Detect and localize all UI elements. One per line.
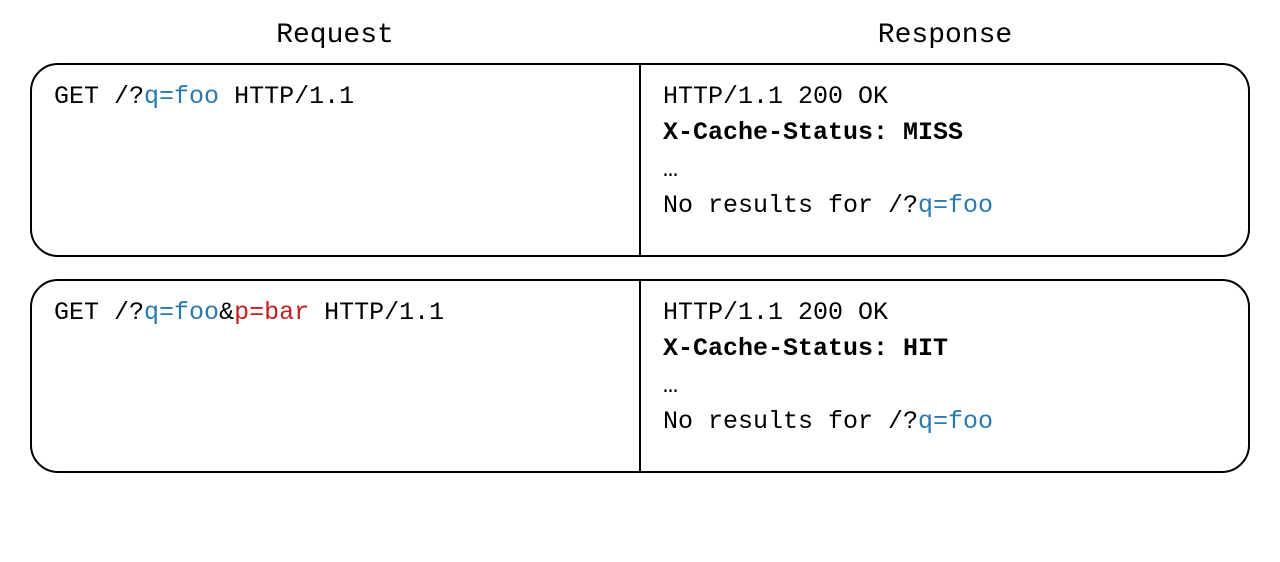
query-secondary: p=bar (234, 298, 309, 327)
http-method: GET (54, 298, 99, 327)
cache-header-value: MISS (903, 118, 963, 147)
cache-header-label: X-Cache-Status: (663, 118, 903, 147)
query-separator: & (219, 298, 234, 327)
http-version: HTTP/1.1 (309, 298, 444, 327)
status-line: HTTP/1.1 200 OK (663, 295, 1226, 331)
cache-header: X-Cache-Status: HIT (663, 331, 1226, 367)
request-cell: GET /?q=foo HTTP/1.1 (32, 65, 641, 255)
response-header: Response (640, 20, 1250, 51)
cache-header-value: HIT (903, 334, 948, 363)
request-header: Request (30, 20, 640, 51)
status-line: HTTP/1.1 200 OK (663, 79, 1226, 115)
query-primary: q=foo (144, 82, 219, 111)
http-method: GET (54, 82, 99, 111)
path-prefix: /? (114, 82, 144, 111)
ellipsis: … (663, 368, 1226, 404)
request-line: GET /?q=foo HTTP/1.1 (54, 79, 617, 115)
response-cell: HTTP/1.1 200 OK X-Cache-Status: MISS … N… (641, 65, 1248, 255)
body-query: q=foo (918, 407, 993, 436)
path-prefix: /? (114, 298, 144, 327)
request-line: GET /?q=foo&p=bar HTTP/1.1 (54, 295, 617, 331)
cache-header: X-Cache-Status: MISS (663, 115, 1226, 151)
exchange-row: GET /?q=foo HTTP/1.1 HTTP/1.1 200 OK X-C… (30, 63, 1250, 257)
request-cell: GET /?q=foo&p=bar HTTP/1.1 (32, 281, 641, 471)
cache-header-label: X-Cache-Status: (663, 334, 903, 363)
response-cell: HTTP/1.1 200 OK X-Cache-Status: HIT … No… (641, 281, 1248, 471)
query-primary: q=foo (144, 298, 219, 327)
http-version: HTTP/1.1 (219, 82, 354, 111)
response-body: No results for /?q=foo (663, 188, 1226, 224)
body-prefix: No results for /? (663, 407, 918, 436)
ellipsis: … (663, 152, 1226, 188)
column-headers: Request Response (30, 20, 1250, 51)
response-body: No results for /?q=foo (663, 404, 1226, 440)
exchange-row: GET /?q=foo&p=bar HTTP/1.1 HTTP/1.1 200 … (30, 279, 1250, 473)
body-query: q=foo (918, 191, 993, 220)
body-prefix: No results for /? (663, 191, 918, 220)
